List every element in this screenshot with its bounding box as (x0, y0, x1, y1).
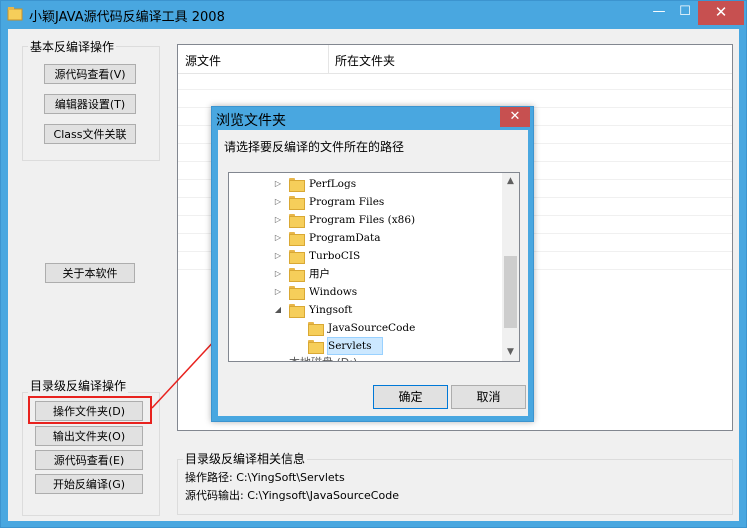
tree-item[interactable]: JavaSourceCode (229, 319, 499, 337)
column-divider[interactable] (328, 45, 329, 73)
tree-item[interactable]: ▷ 用户 (229, 265, 499, 283)
output-folder-button[interactable]: 输出文件夹(O) (35, 426, 143, 446)
expand-arrow-icon[interactable]: ▷ (273, 265, 283, 283)
dialog-close-button[interactable]: ✕ (500, 107, 530, 127)
tree-item[interactable]: ▷ ProgramData (229, 229, 499, 247)
tree-item-label: Servlets (328, 340, 372, 352)
directory-operations-title: 目录级反编译操作 (28, 377, 129, 394)
tree-item[interactable]: ◢ Yingsoft (229, 301, 499, 319)
file-list-header: 源文件 所在文件夹 (178, 45, 732, 74)
folder-icon (289, 286, 305, 300)
tree-item-label: TurboCIS (309, 250, 361, 262)
grid-line (178, 89, 732, 90)
dialog-title: 浏览文件夹 (216, 113, 286, 129)
tree-scrollbar[interactable]: ▲ ▼ (502, 173, 519, 361)
scroll-up-icon[interactable]: ▲ (502, 173, 519, 190)
expand-arrow-icon[interactable]: ▷ (273, 211, 283, 229)
folder-icon (289, 268, 305, 282)
expand-arrow-icon[interactable]: ▷ (273, 229, 283, 247)
class-association-button[interactable]: Class文件关联 (44, 124, 136, 144)
minimize-button[interactable]: — (646, 1, 672, 25)
folder-icon (289, 232, 305, 246)
operation-path-text: 操作路径: C:\YingSoft\Servlets (185, 471, 345, 484)
basic-operations-title: 基本反编译操作 (28, 38, 117, 55)
expand-arrow-icon[interactable]: ▷ (273, 193, 283, 211)
source-view-button[interactable]: 源代码查看(E) (35, 450, 143, 470)
tree-item[interactable]: ▷ PerfLogs (229, 175, 499, 193)
tree-item[interactable]: Servlets (229, 337, 499, 355)
title-bar[interactable]: 小颖JAVA源代码反编译工具 2008 — ☐ ✕ (1, 1, 746, 27)
tree-item[interactable]: ▷ TurboCIS (229, 247, 499, 265)
close-button[interactable]: ✕ (698, 1, 744, 25)
ok-button[interactable]: 确定 (373, 385, 448, 409)
scroll-down-icon[interactable]: ▼ (502, 344, 519, 361)
tree-item-label: Program Files (x86) (309, 214, 416, 226)
folder-icon (308, 340, 324, 354)
tree-item-label: Yingsoft (309, 304, 353, 316)
editor-settings-button[interactable]: 编辑器设置(T) (44, 94, 136, 114)
tree-item-label: PerfLogs (309, 178, 357, 190)
tree-item-label: ProgramData (309, 232, 381, 244)
folder-icon (289, 304, 305, 318)
cancel-button[interactable]: 取消 (451, 385, 526, 409)
folder-icon (308, 322, 324, 336)
tree-item-label: Program Files (309, 196, 385, 208)
tree-item-label: JavaSourceCode (328, 322, 416, 334)
tree-item-partial[interactable]: 本地磁盘 (D:) (289, 354, 357, 361)
folder-icon (289, 214, 305, 228)
expand-arrow-icon[interactable]: ▷ (273, 247, 283, 265)
view-source-button[interactable]: 源代码查看(V) (44, 64, 136, 84)
folder-tree[interactable]: ▷ PerfLogs ▷ Program Files ▷ Program Files (x… (228, 172, 520, 362)
expand-arrow-icon[interactable]: ▷ (273, 283, 283, 301)
folder-icon (289, 196, 305, 210)
start-decompile-button[interactable]: 开始反编译(G) (35, 474, 143, 494)
highlight-box (28, 396, 152, 424)
window-title: 小颖JAVA源代码反编译工具 2008 (29, 10, 225, 25)
info-title: 目录级反编译相关信息 (183, 450, 308, 467)
tree-item[interactable]: ▷ Windows (229, 283, 499, 301)
folder-icon (289, 178, 305, 192)
dialog-body: 请选择要反编译的文件所在的路径 ▷ PerfLogs ▷ Program Files ▷… (218, 130, 528, 416)
scroll-thumb[interactable] (504, 256, 517, 328)
tree-item-label: 用户 (309, 268, 330, 280)
app-icon (7, 7, 23, 21)
dialog-prompt: 请选择要反编译的文件所在的路径 (224, 140, 405, 154)
maximize-button[interactable]: ☐ (672, 1, 698, 25)
folder-icon (289, 250, 305, 264)
about-button[interactable]: 关于本软件 (45, 263, 135, 283)
collapse-arrow-icon[interactable]: ◢ (273, 301, 283, 319)
column-folder[interactable]: 所在文件夹 (335, 52, 395, 69)
expand-arrow-icon[interactable]: ▷ (273, 175, 283, 193)
source-output-text: 源代码输出: C:\Yingsoft\JavaSourceCode (185, 489, 399, 502)
column-source-file[interactable]: 源文件 (185, 52, 221, 69)
tree-item[interactable]: ▷ Program Files (x86) (229, 211, 499, 229)
tree-item[interactable]: ▷ Program Files (229, 193, 499, 211)
browse-folder-dialog: 浏览文件夹 ✕ 请选择要反编译的文件所在的路径 ▷ PerfLogs ▷ Progra… (211, 106, 534, 422)
tree-item-label: Windows (309, 286, 358, 298)
